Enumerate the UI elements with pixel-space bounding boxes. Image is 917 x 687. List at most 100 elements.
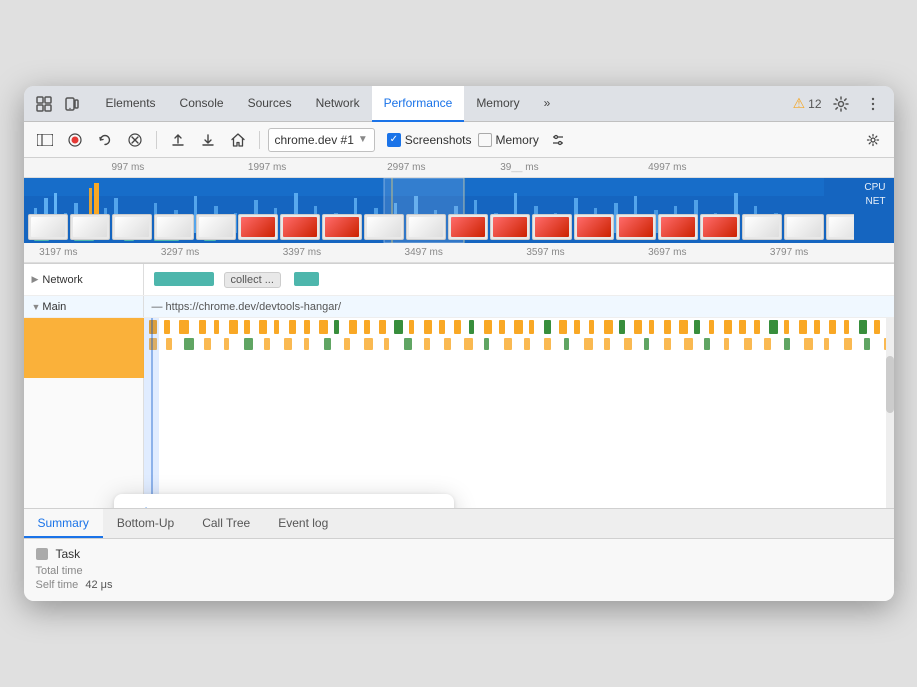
- memory-checkbox[interactable]: [478, 133, 492, 147]
- screenshot-thumb: [490, 214, 530, 240]
- screenshot-thumb: [196, 214, 236, 240]
- self-time-label: Self time: [36, 579, 79, 591]
- memory-checkbox-label[interactable]: Memory: [478, 133, 539, 147]
- sliders-icon: [551, 133, 565, 147]
- overview-area[interactable]: CPU NET: [24, 178, 894, 243]
- bottom-tabs: Summary Bottom-Up Call Tree Event log: [24, 509, 894, 539]
- tab-summary[interactable]: Summary: [24, 509, 103, 538]
- b-time-7: 3797 ms: [770, 247, 808, 258]
- self-time-row: Self time 42 μs: [36, 579, 882, 591]
- capture-settings-icon: [866, 133, 880, 147]
- gear-icon: [833, 96, 849, 112]
- cursor-icon-btn[interactable]: [32, 92, 56, 116]
- expand-arrow-icon[interactable]: ▶: [32, 274, 39, 285]
- tab-more[interactable]: »: [532, 86, 563, 122]
- upload-button[interactable]: [165, 127, 191, 153]
- tab-sources[interactable]: Sources: [236, 86, 304, 122]
- warning-button[interactable]: ⚠ 12: [793, 95, 822, 112]
- tab-performance[interactable]: Performance: [372, 86, 465, 122]
- tab-memory[interactable]: Memory: [464, 86, 531, 122]
- cpu-label: CPU: [864, 182, 885, 193]
- time-marker-4: 39__ ms: [500, 162, 538, 173]
- home-button[interactable]: [225, 127, 251, 153]
- time-marker-2: 1997 ms: [248, 162, 286, 173]
- settings-button[interactable]: [828, 91, 854, 117]
- screenshot-thumb: [826, 214, 854, 240]
- screenshot-thumbs: [24, 211, 854, 243]
- record-button[interactable]: [62, 127, 88, 153]
- download-icon: [201, 133, 215, 147]
- capture-settings-button[interactable]: [860, 127, 886, 153]
- download-button[interactable]: [195, 127, 221, 153]
- top-time-ruler: 997 ms 1997 ms 2997 ms 39__ ms 4997 ms: [24, 158, 894, 178]
- clear-icon: [128, 133, 142, 147]
- home-icon: [231, 133, 245, 147]
- bottom-content: Task Total time Self time 42 μs: [24, 539, 894, 601]
- network-label: Network: [42, 274, 82, 286]
- screenshot-thumb: [406, 214, 446, 240]
- self-time-value: 42 μs: [85, 579, 112, 591]
- b-time-5: 3597 ms: [526, 247, 564, 258]
- b-time-1: 3197 ms: [39, 247, 77, 258]
- tab-console[interactable]: Console: [168, 86, 236, 122]
- screenshots-label: Screenshots: [405, 133, 472, 147]
- tab-call-tree[interactable]: Call Tree: [188, 509, 264, 538]
- screenshot-thumb: [112, 214, 152, 240]
- screenshot-thumb: [658, 214, 698, 240]
- chevron-down-icon: ▼: [358, 134, 368, 145]
- tab-bar-right: ⚠ 12: [793, 91, 886, 117]
- memory-label: Memory: [496, 133, 539, 147]
- screenshot-thumb: [616, 214, 656, 240]
- selected-flame-block: [24, 318, 144, 378]
- reload-button[interactable]: [92, 127, 118, 153]
- more-options-button[interactable]: [860, 91, 886, 117]
- clear-button[interactable]: [122, 127, 148, 153]
- memory-config-icon[interactable]: [545, 127, 571, 153]
- devtools-window: Elements Console Sources Network Perform…: [24, 86, 894, 601]
- net-label: NET: [866, 196, 886, 207]
- bottom-time-ruler: 3197 ms 3297 ms 3397 ms 3497 ms 3597 ms …: [24, 243, 894, 263]
- b-time-4: 3497 ms: [405, 247, 443, 258]
- flame-right-panel: [144, 318, 894, 508]
- tab-bottom-up[interactable]: Bottom-Up: [103, 509, 188, 538]
- screenshot-thumb: [532, 214, 572, 240]
- screenshots-row: ✓ Screenshots Memory: [387, 127, 571, 153]
- scrollbar-thumb[interactable]: [886, 356, 894, 413]
- collapse-arrow-icon[interactable]: ▼: [32, 302, 41, 312]
- main-track-row: ▼ Main — https://chrome.dev/devtools-han…: [24, 296, 894, 318]
- b-time-2: 3297 ms: [161, 247, 199, 258]
- screenshots-checkbox-label[interactable]: ✓ Screenshots: [387, 133, 472, 147]
- cursor-icon: [36, 96, 52, 112]
- record-icon: [68, 133, 82, 147]
- profile-selector[interactable]: chrome.dev #1 ▼: [268, 128, 375, 152]
- flame-chart-content: [24, 318, 894, 508]
- profile-name: chrome.dev #1: [275, 133, 354, 147]
- screenshots-checkbox[interactable]: ✓: [387, 133, 401, 147]
- network-bar: [154, 272, 214, 286]
- time-marker-1: 997 ms: [111, 162, 144, 173]
- sidebar-toggle-button[interactable]: [32, 127, 58, 153]
- network-track-label: ▶ Network: [24, 264, 144, 295]
- task-icon: [36, 548, 48, 560]
- tab-network[interactable]: Network: [304, 86, 372, 122]
- dots-vertical-icon: [865, 96, 881, 112]
- ask-ai-menu-item[interactable]: Ask AI: [114, 498, 454, 508]
- flame-left-panel: [24, 318, 144, 508]
- toolbar: chrome.dev #1 ▼ ✓ Screenshots Memory: [24, 122, 894, 158]
- screenshot-thumb: [238, 214, 278, 240]
- vertical-scrollbar[interactable]: [886, 318, 894, 508]
- device-icon: [64, 96, 80, 112]
- screenshot-thumb: [574, 214, 614, 240]
- tab-event-log[interactable]: Event log: [264, 509, 342, 538]
- bottom-panel: Summary Bottom-Up Call Tree Event log Ta…: [24, 508, 894, 601]
- device-icon-btn[interactable]: [60, 92, 84, 116]
- sidebar-icon: [37, 134, 53, 146]
- time-marker-5: 4997 ms: [648, 162, 686, 173]
- total-time-label: Total time: [36, 565, 83, 577]
- task-label: Task: [56, 547, 81, 561]
- context-menu: Ask AI Hide function H Hide children C H…: [114, 494, 454, 508]
- toolbar-divider-2: [259, 131, 260, 149]
- network-bar: [294, 272, 319, 286]
- tab-elements[interactable]: Elements: [94, 86, 168, 122]
- tab-bar-left: [32, 92, 84, 116]
